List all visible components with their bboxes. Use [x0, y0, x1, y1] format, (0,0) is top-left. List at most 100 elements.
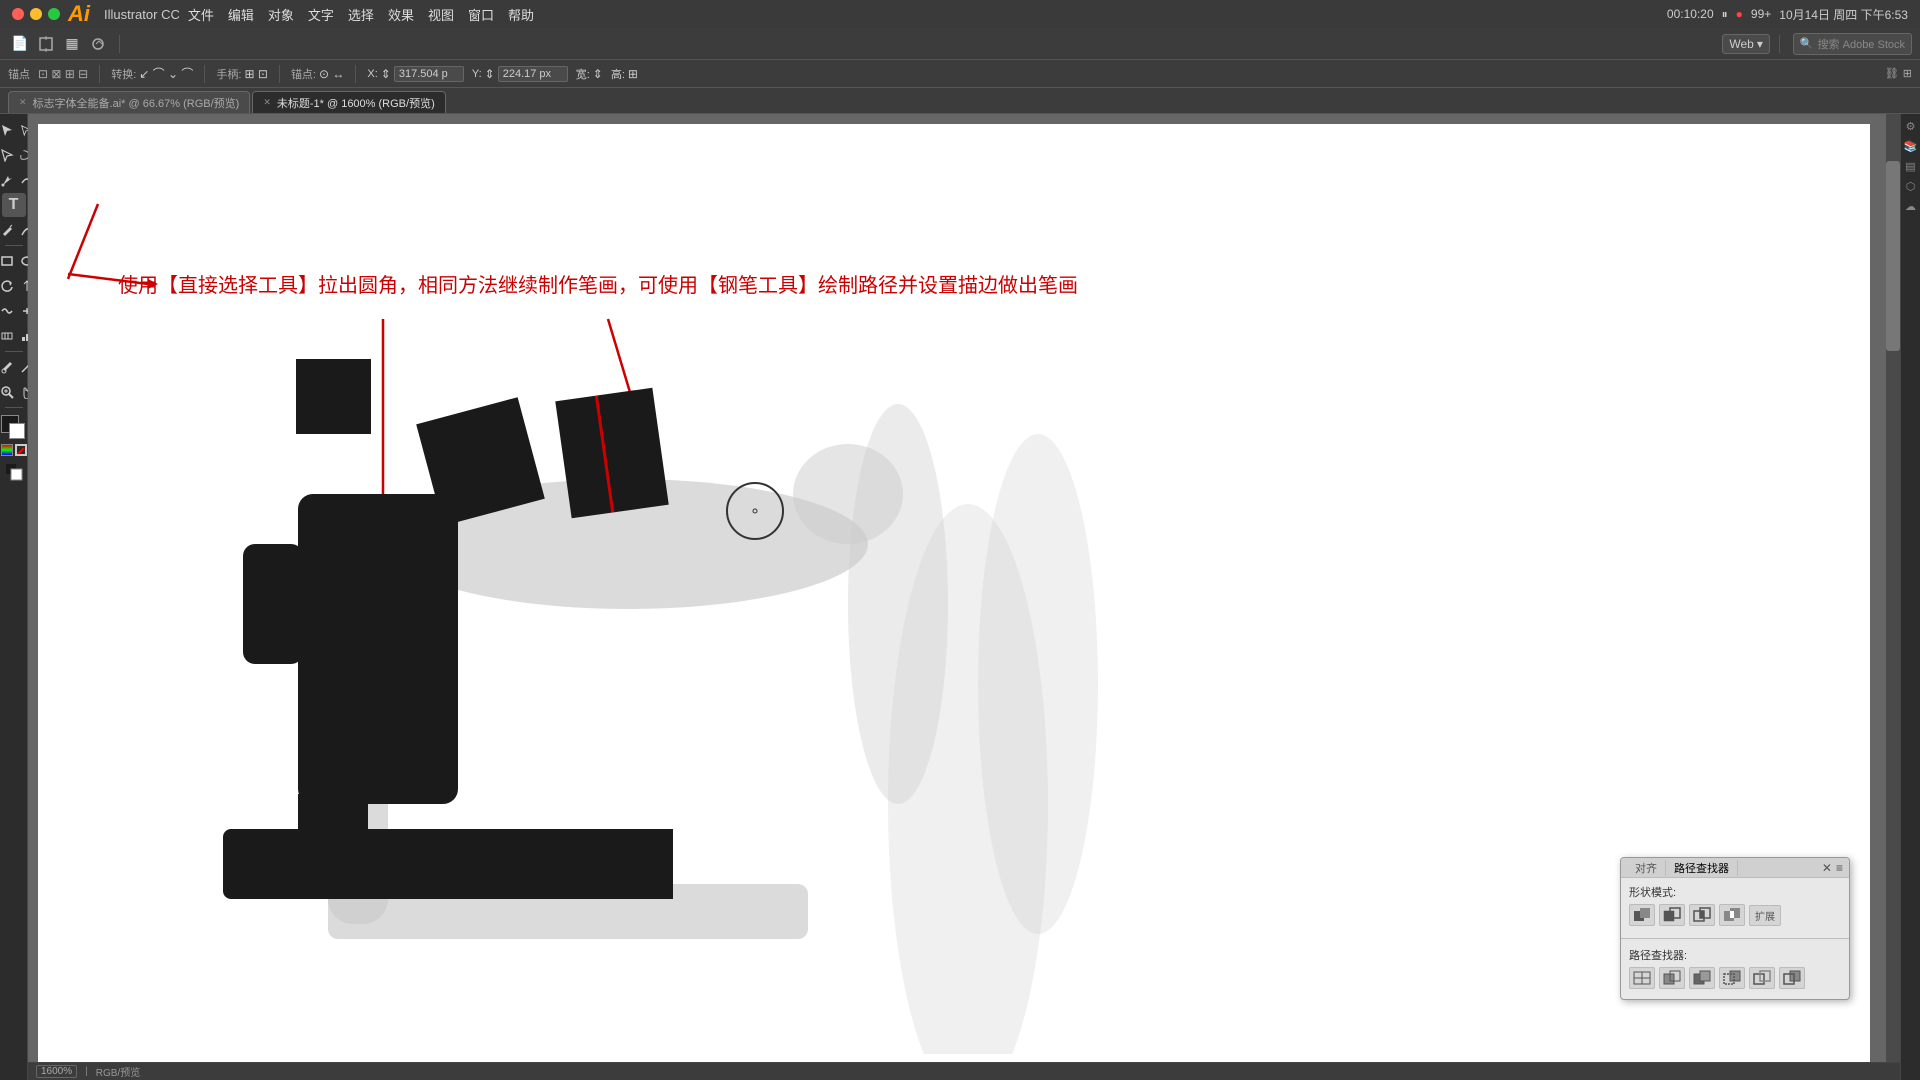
status-bar: 1600% | RGB/预览: [28, 1062, 1900, 1080]
artboard-btn[interactable]: [34, 32, 58, 56]
rect-tool[interactable]: [0, 249, 19, 273]
menu-bar: 文件 编辑 对象 文字 选择 效果 视图 窗口 帮助: [188, 5, 534, 24]
pathfinder-tab[interactable]: 路径查找器: [1666, 860, 1738, 876]
shape-modes-label: 形状模式:: [1629, 884, 1841, 900]
tab-label-1: 标志字体全能备.ai* @ 66.67% (RGB/预览): [33, 95, 240, 111]
layers-icon[interactable]: ▤: [1903, 158, 1919, 174]
cc-libraries-icon[interactable]: ☁: [1903, 198, 1919, 214]
view-mode-btn[interactable]: ▦: [60, 32, 84, 56]
pathfinder-section: 路径查找器:: [1621, 941, 1849, 999]
width-section: 宽: ⇕: [576, 66, 603, 82]
anchor-label: 锚点: [8, 66, 30, 82]
minus-front-btn[interactable]: [1659, 904, 1685, 926]
intersect-btn[interactable]: [1689, 904, 1715, 926]
convert-label: 转换:: [111, 66, 136, 82]
eyedropper-tool[interactable]: [0, 355, 19, 379]
symbol-tool[interactable]: [0, 324, 19, 348]
merge-btn[interactable]: [1689, 967, 1715, 989]
pathfinder-label: 路径查找器:: [1629, 947, 1841, 963]
anchor-icons: ⊡ ⊠ ⊞ ⊟: [38, 67, 88, 81]
panel-tabs[interactable]: 对齐 路径查找器: [1627, 860, 1738, 876]
rotate-tool[interactable]: [0, 274, 19, 298]
none-btn[interactable]: [15, 444, 27, 456]
convert-section: 转换: ↙ ⌒ ⌄ ⌒: [111, 65, 193, 82]
menu-object[interactable]: 对象: [268, 5, 294, 24]
tab-2[interactable]: ✕ 未标题-1* @ 1600% (RGB/预览): [252, 91, 445, 113]
system-icons: 00:10:20 ⏸ ● 99+ 10月14日 周四 下午6:53: [1667, 6, 1908, 23]
gradient-btn[interactable]: [1, 444, 13, 456]
date-display: 10月14日 周四 下午6:53: [1779, 6, 1908, 23]
properties-panel-icon[interactable]: ⚙: [1903, 118, 1919, 134]
width-label: 宽:: [576, 66, 590, 82]
stock-search[interactable]: 🔍 搜索 Adobe Stock: [1793, 33, 1912, 55]
canvas-area: 使用【直接选择工具】拉出圆角，相同方法继续制作笔画，可使用【钢笔工具】绘制路径并…: [28, 114, 1900, 1080]
arrange-btn[interactable]: [86, 32, 110, 56]
panel-menu-btn[interactable]: ≡: [1836, 861, 1843, 875]
constrain-icon: ⛓: [1885, 67, 1899, 80]
prop-sep-4: [355, 65, 356, 83]
y-input[interactable]: [498, 66, 568, 82]
time-display: 00:10:20: [1667, 7, 1714, 21]
traffic-lights[interactable]: [12, 8, 60, 20]
artboards-icon[interactable]: ⬡: [1903, 178, 1919, 194]
menu-text[interactable]: 文字: [308, 5, 334, 24]
maximize-button[interactable]: [48, 8, 60, 20]
main-layout: T: [0, 114, 1920, 1080]
panel-close-btn[interactable]: ✕: [1822, 861, 1832, 875]
libraries-icon[interactable]: 📚: [1903, 138, 1919, 154]
left-toolbar: T: [0, 114, 28, 1080]
record-icon: ●: [1736, 7, 1743, 21]
color-selector[interactable]: [1, 415, 27, 441]
unite-btn[interactable]: [1629, 904, 1655, 926]
new-document-btn[interactable]: 📄: [8, 32, 32, 56]
x-input[interactable]: [394, 66, 464, 82]
type-tool[interactable]: T: [2, 193, 26, 217]
divide-btn[interactable]: [1629, 967, 1655, 989]
tab-1[interactable]: ✕ 标志字体全能备.ai* @ 66.67% (RGB/预览): [8, 91, 250, 113]
title-bar-left: Ai Illustrator CC 文件 编辑 对象 文字 选择 效果 视图 窗…: [12, 1, 534, 27]
menu-help[interactable]: 帮助: [508, 5, 534, 24]
menu-edit[interactable]: 编辑: [228, 5, 254, 24]
black-rect-2: [555, 388, 668, 518]
vertical-scrollbar[interactable]: [1886, 114, 1900, 1062]
pause-icon: ⏸: [1722, 7, 1728, 22]
minimize-button[interactable]: [30, 8, 42, 20]
zoom-tool[interactable]: [0, 380, 19, 404]
panel-divider: [1621, 938, 1849, 939]
property-bar: 锚点 ⊡ ⊠ ⊞ ⊟ 转换: ↙ ⌒ ⌄ ⌒ 手柄: ⊞ ⊡ 锚点: ⊙ ↔ X…: [0, 60, 1920, 88]
separator-2: [1779, 35, 1780, 53]
tab-close-1[interactable]: ✕: [19, 97, 27, 108]
y-coord: Y: ⇕: [472, 66, 568, 82]
menu-select[interactable]: 选择: [348, 5, 374, 24]
hand-label: 手柄:: [216, 66, 241, 82]
workspace-dropdown[interactable]: Web ▾: [1722, 34, 1770, 54]
pen-tool[interactable]: [0, 168, 19, 192]
status-info: |: [85, 1066, 88, 1077]
close-button[interactable]: [12, 8, 24, 20]
pencil-tool[interactable]: [0, 218, 19, 242]
swap-colors-btn[interactable]: [3, 461, 25, 483]
menu-view[interactable]: 视图: [428, 5, 454, 24]
direct-select-tool[interactable]: [0, 143, 19, 167]
menu-effect[interactable]: 效果: [388, 5, 414, 24]
tool-sep-2: [5, 351, 23, 352]
expand-btn[interactable]: 扩展: [1749, 905, 1781, 926]
trim-btn[interactable]: [1659, 967, 1685, 989]
align-tab[interactable]: 对齐: [1627, 860, 1666, 876]
color-mode-btns: [1, 444, 27, 456]
align-icon: ⊞: [1903, 67, 1912, 80]
menu-file[interactable]: 文件: [188, 5, 214, 24]
select-tool[interactable]: [0, 118, 19, 142]
outline-btn[interactable]: [1749, 967, 1775, 989]
canvas: 使用【直接选择工具】拉出圆角，相同方法继续制作笔画，可使用【钢笔工具】绘制路径并…: [38, 124, 1870, 1070]
minus-back-btn[interactable]: [1779, 967, 1805, 989]
tab-close-2[interactable]: ✕: [263, 97, 271, 108]
tab-label-2: 未标题-1* @ 1600% (RGB/预览): [277, 95, 435, 111]
menu-window[interactable]: 窗口: [468, 5, 494, 24]
pathfinder-buttons: [1629, 967, 1841, 989]
exclude-btn[interactable]: [1719, 904, 1745, 926]
crop-btn[interactable]: [1719, 967, 1745, 989]
zoom-level: 1600%: [36, 1065, 77, 1078]
handle-section: 手柄: ⊞ ⊡: [216, 66, 268, 82]
warp-tool[interactable]: [0, 299, 19, 323]
